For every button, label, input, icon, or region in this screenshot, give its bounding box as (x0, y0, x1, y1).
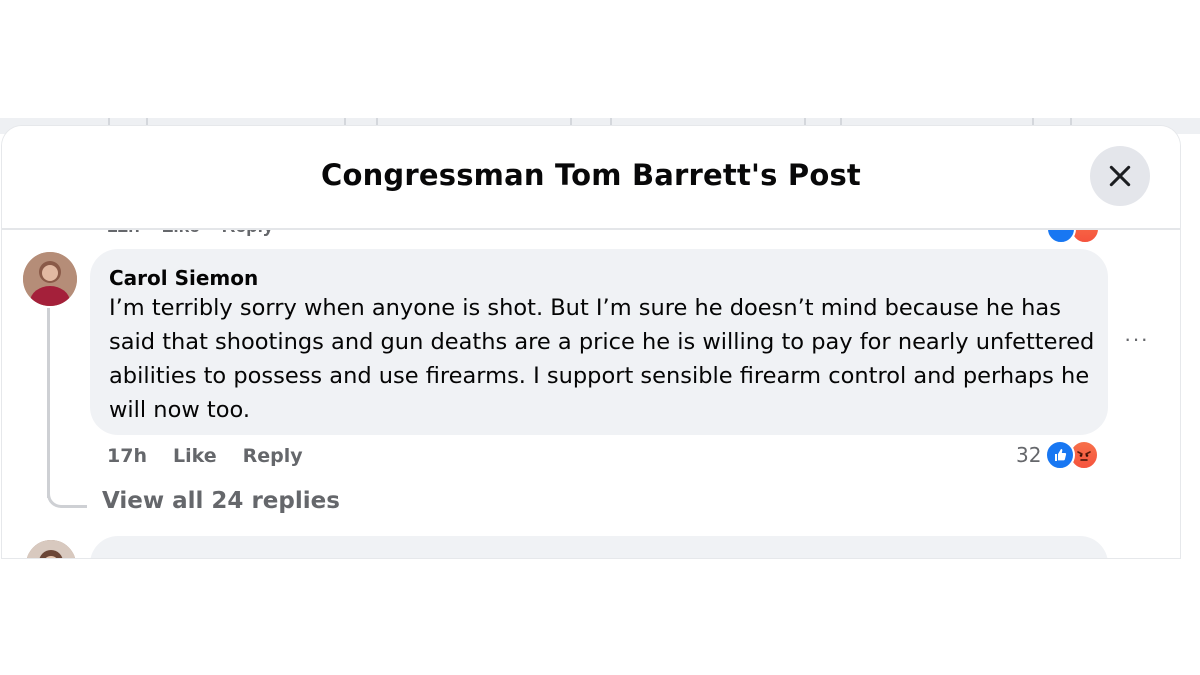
modal-title: Congressman Tom Barrett's Post (320, 158, 861, 192)
comment-text: I’m terribly sorry when anyone is shot. … (109, 295, 1095, 423)
like-button[interactable]: Like (173, 445, 217, 467)
view-replies-link[interactable]: View all 24 replies (102, 488, 340, 514)
thread-connector (47, 472, 87, 508)
next-comment-avatar[interactable] (26, 540, 76, 558)
profile-photo (23, 252, 77, 306)
reaction-summary[interactable]: 32 (1016, 440, 1100, 470)
profile-photo (26, 540, 76, 558)
next-comment-bubble (90, 536, 1108, 558)
avatar[interactable] (23, 252, 77, 306)
modal-header: Congressman Tom Barrett's Post (2, 126, 1180, 230)
more-options-button[interactable]: ··· (1124, 326, 1149, 352)
reaction-count: 32 (1016, 443, 1042, 467)
comment-bubble: Carol Siemon I’m terribly sorry when any… (90, 249, 1108, 435)
thread-line (47, 308, 50, 498)
post-modal: 12h Like Reply Congressman Tom Barrett's… (2, 126, 1180, 558)
comment-actions: 17h Like Reply (107, 445, 303, 467)
close-icon (1109, 165, 1131, 187)
comment-time[interactable]: 17h (107, 445, 147, 467)
like-icon (1045, 440, 1076, 470)
reply-button[interactable]: Reply (243, 445, 303, 467)
close-button[interactable] (1090, 146, 1150, 206)
comment-author[interactable]: Carol Siemon (109, 266, 258, 290)
